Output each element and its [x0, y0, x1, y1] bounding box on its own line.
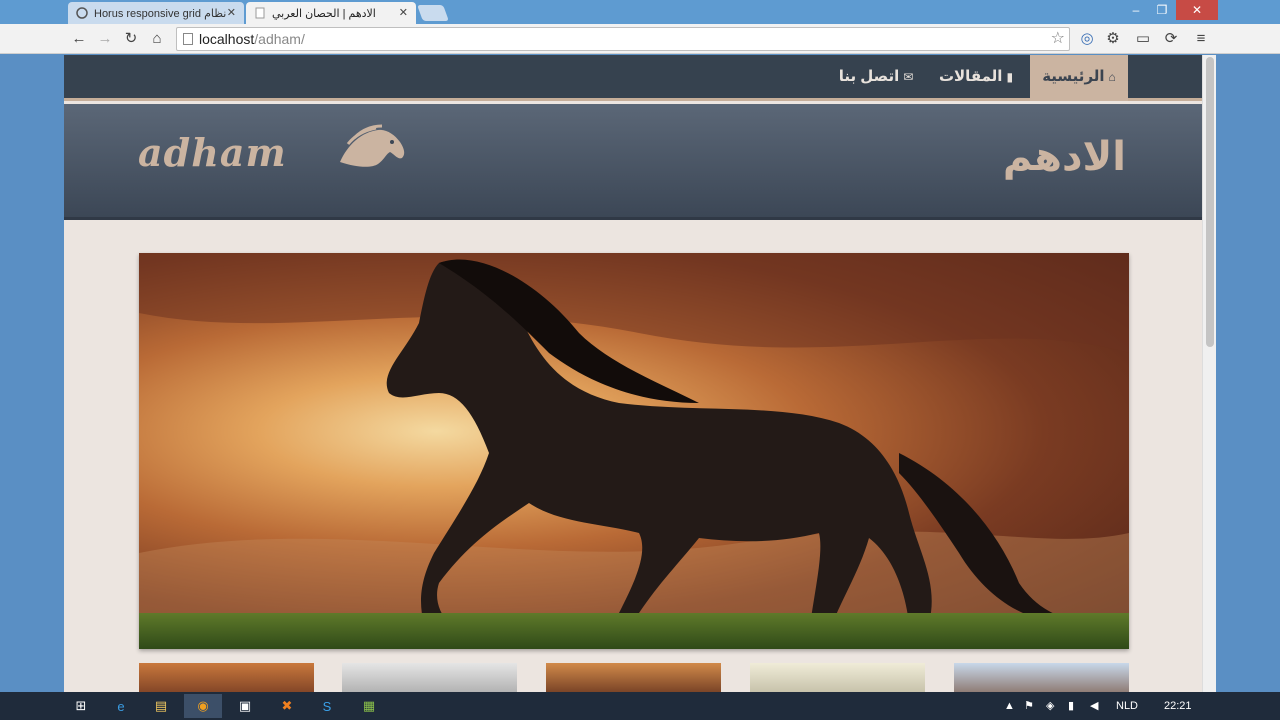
clock[interactable]: 22:21: [1164, 692, 1192, 720]
app-icon[interactable]: ▣: [226, 694, 264, 718]
windows-taskbar: ⊞ e ▤ ◉ ▣ ✖ S ▦ ▲ ⚑ ◈ ▮ ◀ NLD 22:21: [0, 692, 1280, 720]
scrollbar-thumb[interactable]: [1206, 57, 1214, 347]
book-icon: ▮: [1006, 70, 1014, 84]
tab-adham[interactable]: الادهم | الحصان العربي ✕: [246, 2, 416, 24]
ie-icon[interactable]: e: [102, 694, 140, 718]
horse-silhouette: [139, 253, 1129, 649]
page-icon: [254, 7, 266, 19]
bookmark-star-icon[interactable]: ☆: [1051, 28, 1065, 50]
thumbnail-4[interactable]: [750, 663, 925, 692]
menu-icon[interactable]: ≡: [1192, 30, 1210, 48]
nav-item-home[interactable]: ⌂الرئيسية: [1030, 55, 1128, 101]
signal-icon[interactable]: ▮: [1068, 692, 1074, 720]
reload-icon[interactable]: ↻: [122, 30, 140, 48]
url-path: /adham/: [254, 31, 305, 47]
web-page: ⌂الرئيسية ▮المقالات ✉اتصل بنا adham الاد…: [64, 55, 1202, 692]
grass: [139, 613, 1129, 649]
tab-title: الادهم | الحصان العربي: [272, 7, 376, 20]
home-icon[interactable]: ⌂: [148, 30, 166, 48]
editor-icon[interactable]: ▦: [350, 694, 388, 718]
hero-image: [139, 253, 1129, 649]
close-window-button[interactable]: ✕: [1176, 0, 1218, 20]
envelope-icon: ✉: [903, 70, 914, 84]
thumbnail-5[interactable]: [954, 663, 1129, 692]
wordpress-icon: [76, 7, 88, 19]
nav-label: اتصل بنا: [838, 68, 900, 85]
sync-icon[interactable]: ⟳: [1162, 30, 1180, 48]
tray-arrow-icon[interactable]: ▲: [1004, 692, 1015, 720]
flag-icon[interactable]: ⚑: [1024, 692, 1034, 720]
page-icon: [183, 33, 193, 45]
thumbnail-2[interactable]: [342, 663, 517, 692]
browser-toolbar: ← → ↻ ⌂ localhost/adham/ ☆ ◎ ⚙ ▭ ⟳ ≡: [0, 24, 1280, 54]
cast-icon[interactable]: ▭: [1134, 30, 1152, 48]
tab-horus[interactable]: Horus responsive grid نظام ✕: [68, 2, 244, 24]
extension-icon[interactable]: ◎: [1078, 30, 1096, 48]
logo-english[interactable]: adham: [138, 124, 405, 175]
maximize-button[interactable]: ❐: [1150, 0, 1174, 20]
nav-label: المقالات: [938, 68, 1003, 85]
back-icon[interactable]: ←: [70, 30, 88, 48]
tab-title: Horus responsive grid نظام: [94, 7, 227, 20]
forward-icon[interactable]: →: [96, 30, 114, 48]
address-bar[interactable]: localhost/adham/ ☆: [176, 27, 1070, 51]
browser-titlebar: Horus responsive grid نظام ✕ الادهم | ال…: [0, 0, 1280, 24]
thumbnail-3[interactable]: [546, 663, 721, 692]
main-nav: ⌂الرئيسية ▮المقالات ✉اتصل بنا: [64, 55, 1202, 101]
network-warning-icon[interactable]: ◈: [1046, 692, 1054, 720]
new-tab-button[interactable]: [417, 5, 449, 21]
home-icon: ⌂: [1108, 70, 1116, 84]
url-host: localhost: [199, 31, 255, 47]
desktop-right: [1216, 55, 1280, 692]
gear-icon[interactable]: ⚙: [1104, 30, 1122, 48]
minimize-button[interactable]: –: [1124, 0, 1148, 20]
site-header: adham الادهم: [64, 104, 1202, 220]
page-scrollbar[interactable]: [1202, 55, 1216, 692]
nav-label: الرئيسية: [1042, 68, 1105, 85]
language-indicator[interactable]: NLD: [1116, 692, 1138, 720]
horse-head-icon: [340, 124, 405, 167]
desktop-left: [0, 55, 64, 692]
logo-arabic[interactable]: الادهم: [1003, 134, 1126, 180]
volume-icon[interactable]: ◀: [1090, 692, 1098, 720]
logo-text: adham: [138, 130, 287, 175]
nav-item-articles[interactable]: ▮المقالات: [930, 55, 1022, 101]
explorer-icon[interactable]: ▤: [142, 694, 180, 718]
tab-close-icon[interactable]: ✕: [227, 6, 236, 19]
chrome-icon[interactable]: ◉: [184, 694, 222, 718]
skype-icon[interactable]: S: [308, 694, 346, 718]
thumbnail-1[interactable]: [139, 663, 314, 692]
xampp-icon[interactable]: ✖: [268, 694, 306, 718]
start-button[interactable]: ⊞: [62, 694, 100, 718]
tab-close-icon[interactable]: ✕: [399, 6, 408, 19]
nav-item-contact[interactable]: ✉اتصل بنا: [828, 55, 924, 101]
